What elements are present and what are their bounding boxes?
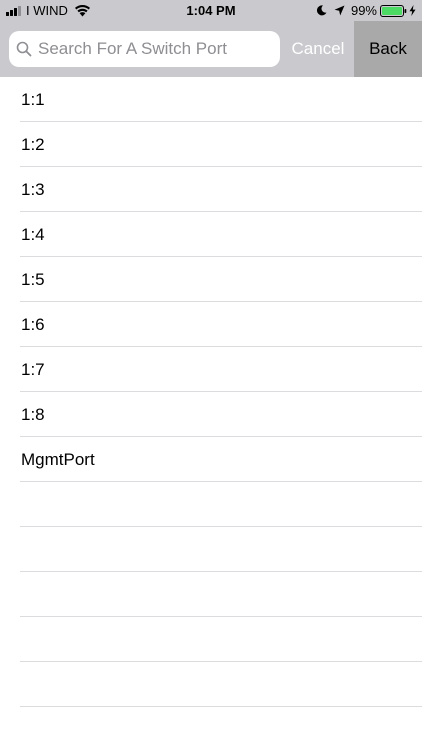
port-label: 1:8 xyxy=(21,405,45,424)
search-icon xyxy=(16,41,32,57)
port-row-1-6[interactable]: 1:6 xyxy=(0,302,422,347)
status-bar: I WIND 1:04 PM 99% xyxy=(0,0,422,21)
port-label: 1:1 xyxy=(21,90,45,109)
empty-row xyxy=(0,707,422,750)
port-label: 1:4 xyxy=(21,225,45,244)
charging-bolt-icon xyxy=(409,5,416,16)
port-row-mgmt[interactable]: MgmtPort xyxy=(0,437,422,482)
port-row-1-5[interactable]: 1:5 xyxy=(0,257,422,302)
search-input[interactable] xyxy=(38,31,274,67)
port-row-1-8[interactable]: 1:8 xyxy=(0,392,422,437)
port-row-1-2[interactable]: 1:2 xyxy=(0,122,422,167)
battery-percent: 99% xyxy=(350,3,377,18)
port-row-1-1[interactable]: 1:1 xyxy=(0,77,422,122)
cancel-button[interactable]: Cancel xyxy=(285,21,351,77)
empty-row xyxy=(0,662,422,707)
port-row-1-4[interactable]: 1:4 xyxy=(0,212,422,257)
search-bar: Cancel Back xyxy=(0,21,422,77)
port-list: 1:1 1:2 1:3 1:4 1:5 1:6 1:7 1:8 MgmtPort xyxy=(0,77,422,750)
empty-row xyxy=(0,617,422,662)
back-button[interactable]: Back xyxy=(354,21,422,77)
port-label: 1:3 xyxy=(21,180,45,199)
empty-row xyxy=(0,482,422,527)
battery-icon xyxy=(380,4,407,17)
port-row-1-7[interactable]: 1:7 xyxy=(0,347,422,392)
port-row-1-3[interactable]: 1:3 xyxy=(0,167,422,212)
port-label: 1:7 xyxy=(21,360,45,379)
port-label: 1:5 xyxy=(21,270,45,289)
search-field[interactable] xyxy=(9,31,280,67)
port-label: 1:2 xyxy=(21,135,45,154)
empty-row xyxy=(0,527,422,572)
moon-icon xyxy=(316,5,327,16)
port-label: MgmtPort xyxy=(21,450,95,469)
status-right: 99% xyxy=(316,3,416,18)
switch-port-search-screen: I WIND 1:04 PM 99% Search For A Switch P… xyxy=(0,0,422,750)
port-label: 1:6 xyxy=(21,315,45,334)
empty-row xyxy=(0,572,422,617)
location-icon xyxy=(334,5,345,16)
